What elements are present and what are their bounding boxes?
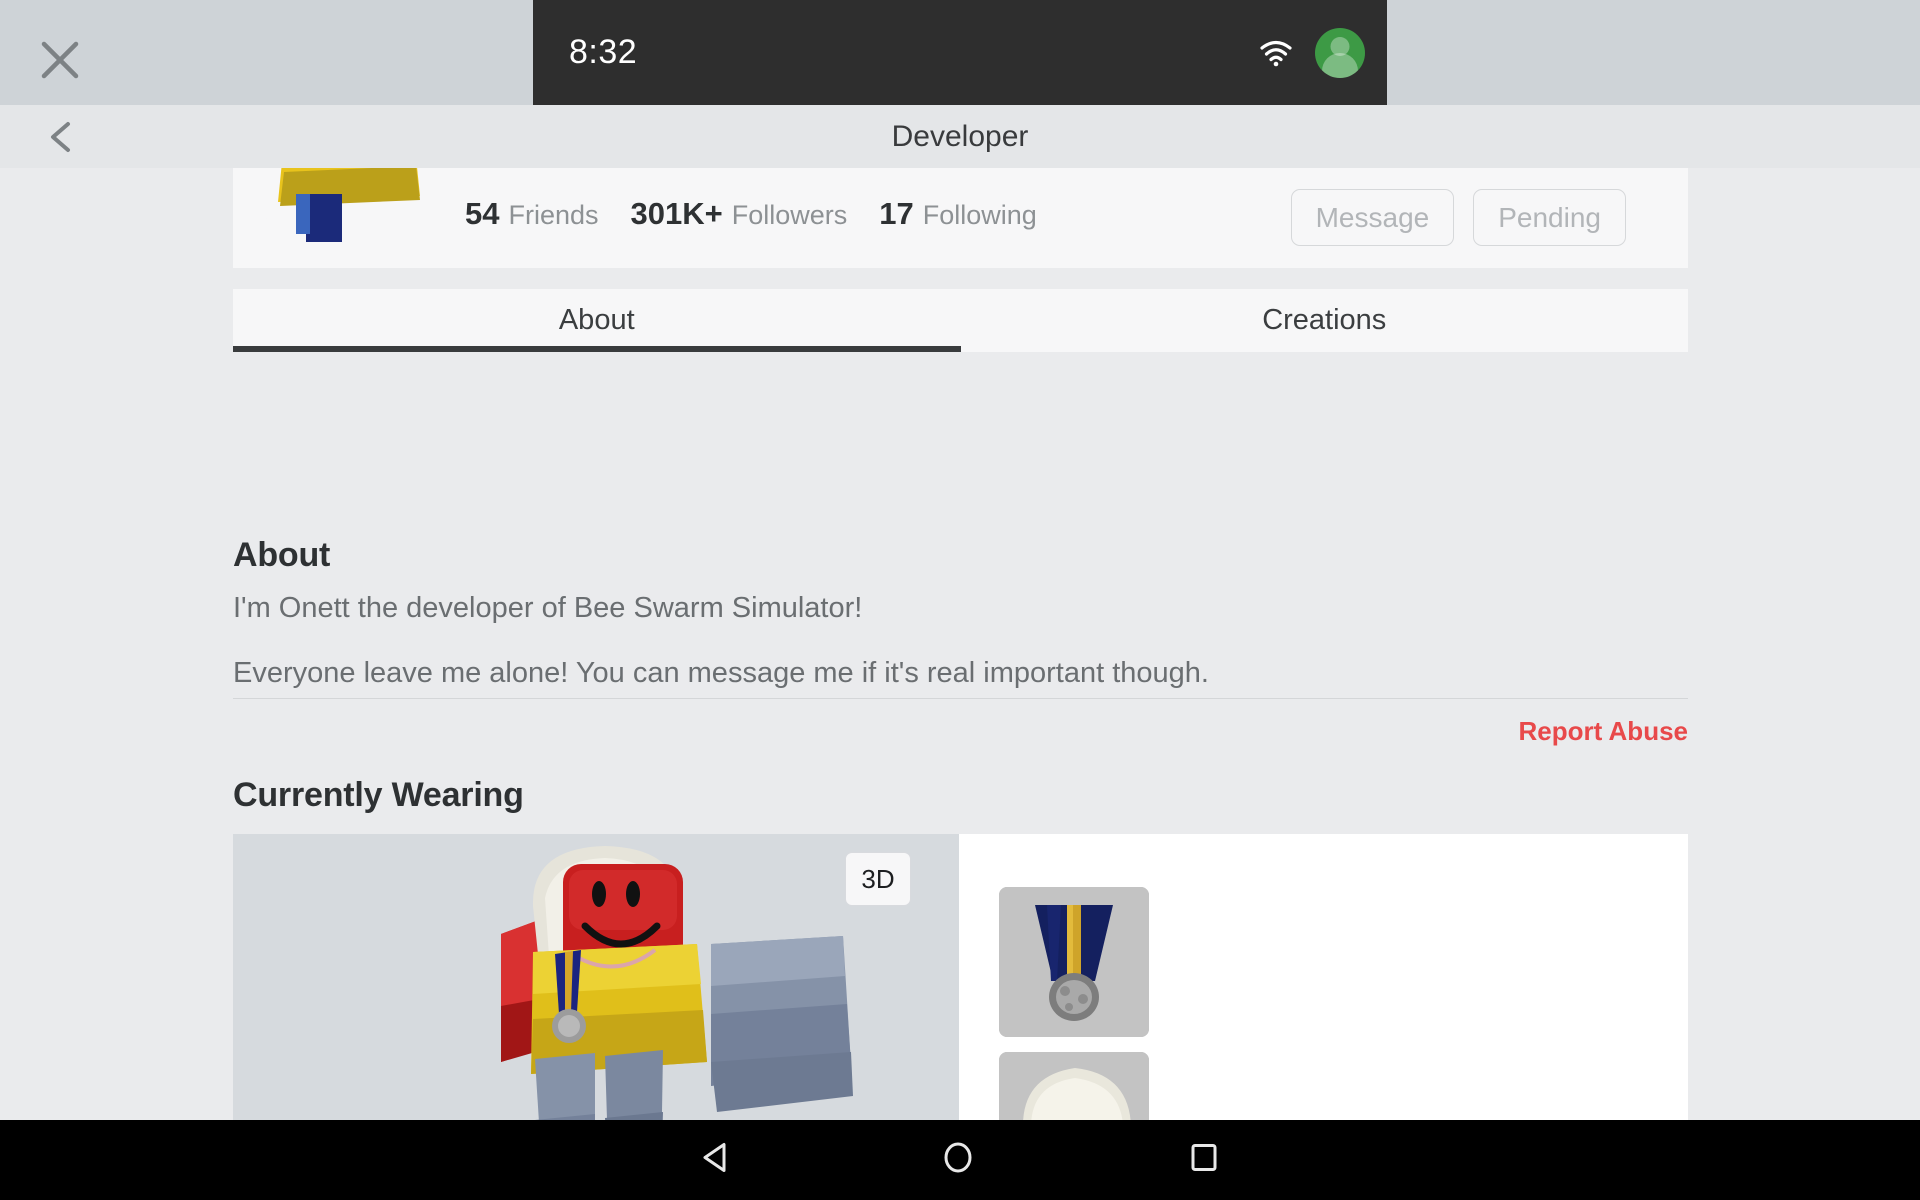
about-heading: About [233,536,330,575]
stat-label: Followers [732,200,848,231]
profile-header-card: 54 Friends 301K+ Followers 17 Following … [233,168,1688,268]
stat-value: 54 [465,196,499,232]
stat-friends[interactable]: 54 Friends [465,196,599,232]
circle-home-icon[interactable] [941,1141,975,1180]
toggle-3d-button[interactable]: 3D [845,852,911,906]
about-paragraph-2: Everyone leave me alone! You can message… [233,657,1209,690]
profile-actions: Message Pending [1291,189,1626,246]
report-abuse-link[interactable]: Report Abuse [1519,716,1689,747]
main-content: 54 Friends 301K+ Followers 17 Following … [0,168,1920,1120]
avatar-3d-viewer[interactable]: 3D [233,834,959,1120]
stat-label: Following [923,200,1037,231]
page-title: Developer [0,105,1920,168]
status-icons [1259,28,1365,78]
stat-label: Friends [508,200,598,231]
tab-creations[interactable]: Creations [961,289,1689,352]
bonnet-item-thumbnail[interactable] [999,1052,1149,1120]
stat-value: 17 [879,196,913,232]
triangle-back-icon[interactable] [700,1141,734,1180]
wifi-icon [1259,38,1293,68]
page-header: Developer [0,105,1920,168]
android-navigation-bar [0,1120,1920,1200]
status-bar: 8:32 [533,0,1387,105]
profile-avatar-thumbnail[interactable] [254,168,444,266]
profile-tabs: About Creations [233,289,1688,352]
currently-wearing-heading: Currently Wearing [233,776,524,815]
stat-value: 301K+ [631,196,723,232]
square-recents-icon[interactable] [1187,1141,1221,1180]
app-root: 8:32 Developer [0,0,1920,1200]
stat-followers[interactable]: 301K+ Followers [631,196,848,232]
close-icon[interactable] [38,38,82,82]
status-time: 8:32 [569,33,637,72]
about-divider [233,698,1688,699]
worn-items-list [959,834,1688,1120]
tab-about[interactable]: About [233,289,961,352]
account-avatar-icon[interactable] [1315,28,1365,78]
medal-item-thumbnail[interactable] [999,887,1149,1037]
about-paragraph-1: I'm Onett the developer of Bee Swarm Sim… [233,592,862,625]
profile-stats: 54 Friends 301K+ Followers 17 Following [465,196,1059,232]
stat-following[interactable]: 17 Following [879,196,1037,232]
currently-wearing-panel: 3D [233,834,1688,1120]
message-button[interactable]: Message [1291,189,1455,246]
pending-button[interactable]: Pending [1473,189,1626,246]
